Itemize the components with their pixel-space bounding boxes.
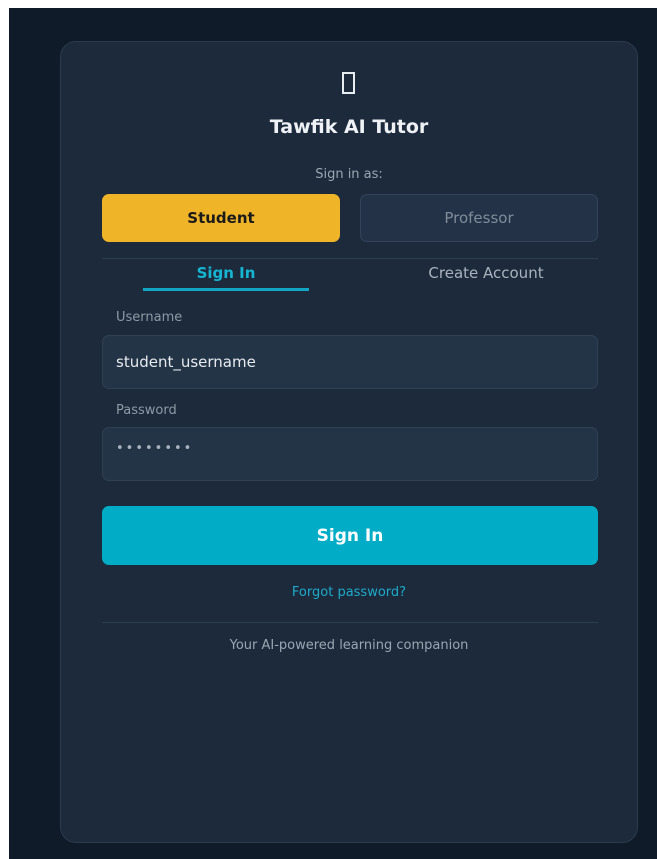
logo-icon	[342, 72, 355, 94]
username-field[interactable]: student_username	[102, 335, 598, 389]
username-value: student_username	[116, 353, 256, 371]
app-title: Tawfik AI Tutor	[269, 116, 429, 138]
role-prompt: Sign in as:	[315, 167, 383, 182]
sign-in-button[interactable]: Sign In	[102, 506, 598, 565]
forgot-password-text[interactable]: Forgot password?	[292, 585, 406, 600]
login-card: Tawfik AI Tutor Sign in as: Student Prof…	[60, 41, 638, 843]
active-tab-indicator	[143, 288, 309, 291]
tab-create-account[interactable]: Create Account	[401, 264, 571, 282]
role-student-button[interactable]: Student	[102, 194, 340, 242]
username-label: Username	[116, 310, 183, 325]
tabs-divider	[102, 258, 598, 259]
tagline: Your AI-powered learning companion	[229, 638, 469, 653]
page-background: Tawfik AI Tutor Sign in as: Student Prof…	[9, 8, 657, 859]
tab-sign-in[interactable]: Sign In	[143, 264, 309, 282]
password-label: Password	[116, 403, 177, 418]
forgot-password-link: Forgot password?	[61, 585, 637, 600]
password-field[interactable]: ••••••••	[102, 427, 598, 481]
password-value: ••••••••	[116, 440, 194, 456]
role-professor-button[interactable]: Professor	[360, 194, 598, 242]
footer-divider	[102, 622, 598, 623]
